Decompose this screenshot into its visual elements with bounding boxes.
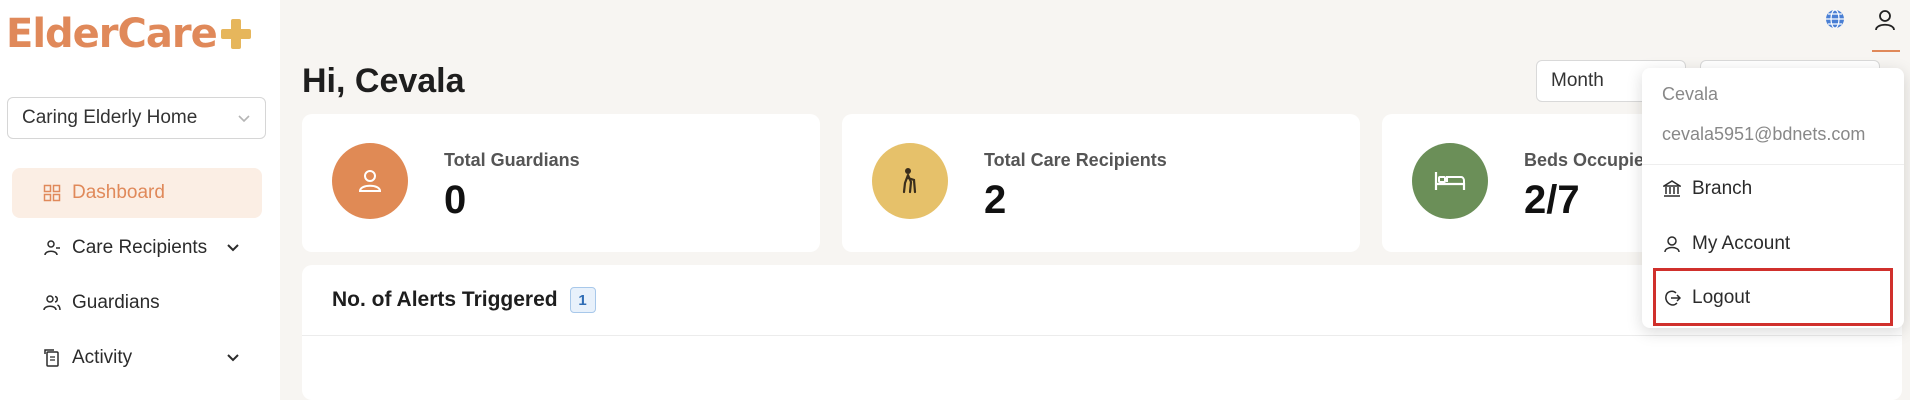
chevron-down-icon <box>238 115 250 123</box>
sidebar: ElderCare Caring Elderly Home Dashboard … <box>0 0 280 400</box>
user-menu-email: cevala5951@bdnets.com <box>1662 124 1866 144</box>
user-menu-name: Cevala <box>1662 84 1719 104</box>
divider <box>1642 164 1904 165</box>
branch-select[interactable]: Caring Elderly Home <box>7 97 266 139</box>
menu-item-branch[interactable]: Branch <box>1662 174 1752 204</box>
app-logo[interactable]: ElderCare <box>6 12 251 56</box>
alerts-title: No. of Alerts Triggered 1 <box>332 287 596 313</box>
sidebar-item-label: Guardians <box>72 292 160 313</box>
logo-text: ElderCare <box>6 11 218 57</box>
stat-card-care-recipients: Total Care Recipients 2 <box>842 114 1360 252</box>
stat-label: Total Guardians <box>444 150 580 170</box>
elderly-person-icon <box>872 143 948 219</box>
sidebar-item-care-recipients[interactable]: Care Recipients <box>12 223 262 273</box>
user-menu: Cevala cevala5951@bdnets.com Branch My A… <box>1642 68 1904 328</box>
bank-icon <box>1662 179 1682 199</box>
stat-value: 2 <box>984 178 1007 222</box>
care-recipients-icon <box>42 238 62 258</box>
sidebar-item-label: Care Recipients <box>72 237 208 258</box>
sidebar-item-label: Activity <box>72 347 133 368</box>
guardians-icon <box>42 293 62 313</box>
page-title: Hi, Cevala <box>302 62 465 100</box>
sidebar-item-dashboard[interactable]: Dashboard <box>12 168 262 218</box>
active-indicator <box>1872 50 1900 52</box>
user-icon <box>1662 234 1682 254</box>
logout-highlight-box <box>1653 268 1893 326</box>
logo-plus-icon <box>220 19 251 49</box>
sidebar-item-label: Dashboard <box>72 182 165 203</box>
alerts-title-text: No. of Alerts Triggered <box>332 288 558 311</box>
chevron-down-icon[interactable] <box>226 240 240 254</box>
chevron-down-icon[interactable] <box>226 350 240 364</box>
stat-value: 2/7 <box>1524 178 1580 222</box>
divider <box>302 335 1902 336</box>
menu-item-label: My Account <box>1692 233 1791 254</box>
menu-item-label: Branch <box>1692 178 1753 199</box>
stat-label: Total Care Recipients <box>984 150 1167 170</box>
dashboard-icon <box>42 183 62 203</box>
stat-label: Beds Occupied <box>1524 150 1656 170</box>
stat-value: 0 <box>444 178 467 222</box>
alerts-count-badge: 1 <box>569 287 596 313</box>
globe-icon[interactable] <box>1824 8 1846 30</box>
sidebar-item-activity[interactable]: Activity <box>12 333 262 383</box>
stat-card-beds: Beds Occupied 2/7 <box>1382 114 1682 252</box>
stat-card-guardians: Total Guardians 0 <box>302 114 820 252</box>
sidebar-item-guardians[interactable]: Guardians <box>12 278 262 328</box>
user-icon[interactable] <box>1873 8 1897 32</box>
guardian-icon <box>332 143 408 219</box>
activity-icon <box>42 348 62 368</box>
branch-select-value: Caring Elderly Home <box>22 107 198 128</box>
bed-icon <box>1412 143 1488 219</box>
menu-item-my-account[interactable]: My Account <box>1662 229 1790 259</box>
period-select-value: Month <box>1551 70 1604 91</box>
